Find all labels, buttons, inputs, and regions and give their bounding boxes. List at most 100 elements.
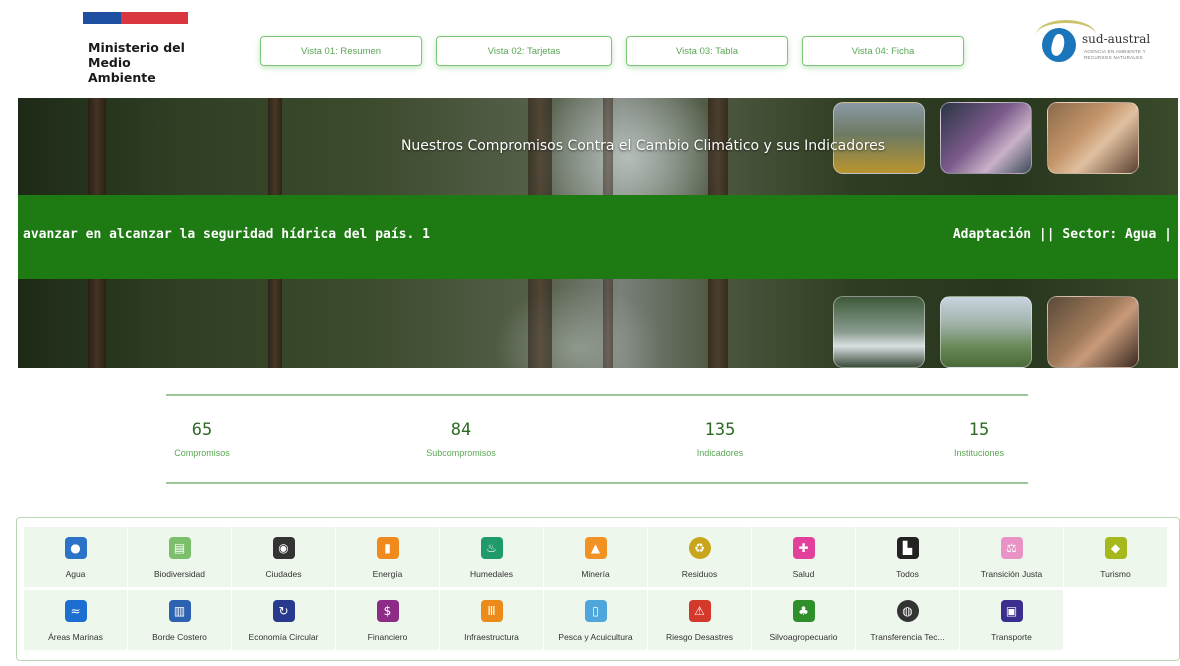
- disaster-icon: ⚠: [688, 600, 711, 622]
- stat-label: Indicadores: [696, 448, 744, 458]
- sector-label: Pesca y Acuicultura: [558, 632, 633, 642]
- bench-icon: ▤: [168, 537, 191, 559]
- sector-energia[interactable]: ▮ Energía: [336, 527, 439, 587]
- stat-label: Subcompromisos: [426, 448, 496, 458]
- brand-subtitle: AGENCIA EN AMBIENTE Y RECURSOS NATURALES: [1084, 49, 1146, 60]
- waste-icon: ♻: [688, 537, 711, 559]
- tech-transfer-icon: ◍: [896, 600, 919, 622]
- sector-humedales[interactable]: ♨ Humedales: [440, 527, 543, 587]
- fishing-icon: ▯: [584, 600, 607, 622]
- sector-label: Todos: [896, 569, 919, 579]
- ministry-line: Medio: [88, 55, 131, 70]
- sector-label: Transición Justa: [980, 569, 1043, 579]
- page: Ministerio del Medio Ambiente Vista 01: …: [0, 0, 1180, 666]
- sector-areas-marinas[interactable]: ≈ Áreas Marinas: [24, 590, 127, 650]
- sector-label: Infraestructura: [464, 632, 519, 642]
- sector-label: Salud: [792, 569, 815, 579]
- stat-instituciones: 15 Instituciones: [942, 420, 1016, 458]
- sector-silvoagropecuario[interactable]: ♣ Silvoagropecuario: [752, 590, 855, 650]
- sector-label: Minería: [581, 569, 610, 579]
- ministry-name: Ministerio del Medio Ambiente: [88, 40, 218, 85]
- stat-label: Instituciones: [953, 448, 1005, 458]
- sector-residuos[interactable]: ♻ Residuos: [648, 527, 751, 587]
- sector-ciudades[interactable]: ◉ Ciudades: [232, 527, 335, 587]
- sector-grid: ● Agua ▤ Biodiversidad ◉ Ciudades ▮ Ener…: [16, 517, 1180, 661]
- photo-river-thumbnail: [833, 296, 925, 368]
- sector-label: Economía Circular: [248, 632, 319, 642]
- sector-label: Agua: [65, 569, 86, 579]
- ministry-line: Ministerio del: [88, 40, 185, 55]
- sector-transicion-justa[interactable]: ⚖ Transición Justa: [960, 527, 1063, 587]
- sector-pesca-acuicultura[interactable]: ▯ Pesca y Acuicultura: [544, 590, 647, 650]
- tree-icon: ♣: [792, 600, 815, 622]
- sector-mineria[interactable]: ▲ Minería: [544, 527, 647, 587]
- sector-agua[interactable]: ● Agua: [24, 527, 127, 587]
- sector-label: Riesgo Desastres: [665, 632, 734, 642]
- mining-icon: ▲: [584, 537, 607, 559]
- wetland-icon: ♨: [480, 537, 503, 559]
- stats-divider-top: [166, 394, 1028, 396]
- water-drop-icon: ●: [64, 537, 87, 559]
- nav-button-tabla[interactable]: Vista 03: Tabla: [626, 36, 788, 66]
- chile-flag-logo: [83, 12, 188, 24]
- sector-todos[interactable]: ▙ Todos: [856, 527, 959, 587]
- stat-compromisos: 65 Compromisos: [166, 420, 238, 458]
- building-icon: Ⅲ: [480, 600, 503, 622]
- factory-icon: ▙: [896, 537, 919, 559]
- stat-subcompromisos: 84 Subcompromisos: [415, 420, 507, 458]
- brand-name: sud-austral: [1082, 32, 1151, 46]
- header: Ministerio del Medio Ambiente Vista 01: …: [0, 0, 1180, 98]
- sector-economia-circular[interactable]: ↻ Economía Circular: [232, 590, 335, 650]
- sector-label: Financiero: [367, 632, 408, 642]
- stat-value: 84: [450, 420, 472, 440]
- sector-label: Biodiversidad: [153, 569, 206, 579]
- sector-label: Energía: [372, 569, 403, 579]
- bus-icon: ▣: [1000, 600, 1023, 622]
- nav-button-tarjetas[interactable]: Vista 02: Tarjetas: [436, 36, 612, 66]
- sector-transporte[interactable]: ▣ Transporte: [960, 590, 1063, 650]
- sector-label: Transferencia Tec...: [870, 632, 945, 642]
- sector-label: Áreas Marinas: [48, 632, 103, 642]
- tourism-icon: ◆: [1104, 537, 1127, 559]
- sector-borde-costero[interactable]: ▥ Borde Costero: [128, 590, 231, 650]
- stat-label: Compromisos: [174, 448, 230, 458]
- hospital-icon: ✚: [792, 537, 815, 559]
- coast-icon: ▥: [168, 600, 191, 622]
- photo-valley-thumbnail: [940, 296, 1032, 368]
- city-pin-icon: ◉: [272, 537, 295, 559]
- sector-label: Residuos: [681, 569, 718, 579]
- photo-child-thumbnail: [1047, 296, 1139, 368]
- sector-label: Silvoagropecuario: [769, 632, 838, 642]
- sector-riesgo-desastres[interactable]: ⚠ Riesgo Desastres: [648, 590, 751, 650]
- sector-label: Borde Costero: [152, 632, 207, 642]
- recycle-icon: ↻: [272, 600, 295, 622]
- sector-turismo[interactable]: ◆ Turismo: [1064, 527, 1167, 587]
- sector-label: Transporte: [991, 632, 1032, 642]
- sector-biodiversidad[interactable]: ▤ Biodiversidad: [128, 527, 231, 587]
- globe-icon: [1042, 28, 1076, 62]
- energy-icon: ▮: [376, 537, 399, 559]
- ticker-bar: avanzar en alcanzar la seguridad hídrica…: [18, 195, 1178, 279]
- ministry-line: Ambiente: [88, 70, 156, 85]
- stat-value: 65: [191, 420, 213, 440]
- sector-salud[interactable]: ✚ Salud: [752, 527, 855, 587]
- sector-label: Ciudades: [265, 569, 302, 579]
- stat-indicadores: 135 Indicadores: [682, 420, 758, 458]
- hero-banner: Nuestros Compromisos Contra el Cambio Cl…: [18, 98, 1178, 368]
- waves-icon: ≈: [64, 600, 87, 622]
- sector-financiero[interactable]: $ Financiero: [336, 590, 439, 650]
- sector-transferencia-tecnologica[interactable]: ◍ Transferencia Tec...: [856, 590, 959, 650]
- finance-icon: $: [376, 600, 399, 622]
- stat-value: 135: [704, 420, 736, 440]
- nav-button-ficha[interactable]: Vista 04: Ficha: [802, 36, 964, 66]
- sud-austral-logo: sud-austral AGENCIA EN AMBIENTE Y RECURS…: [1036, 20, 1166, 70]
- banner-title: Nuestros Compromisos Contra el Cambio Cl…: [400, 138, 886, 154]
- sector-infraestructura[interactable]: Ⅲ Infraestructura: [440, 590, 543, 650]
- ticker-text: avanzar en alcanzar la seguridad hídrica…: [23, 227, 430, 242]
- nav-button-resumen[interactable]: Vista 01: Resumen: [260, 36, 422, 66]
- sector-label: Turismo: [1100, 569, 1131, 579]
- ticker-sector-text: Adaptación || Sector: Agua |: [952, 227, 1172, 242]
- stat-value: 15: [968, 420, 990, 440]
- scale-icon: ⚖: [1000, 537, 1023, 559]
- stats-divider-bottom: [166, 482, 1028, 484]
